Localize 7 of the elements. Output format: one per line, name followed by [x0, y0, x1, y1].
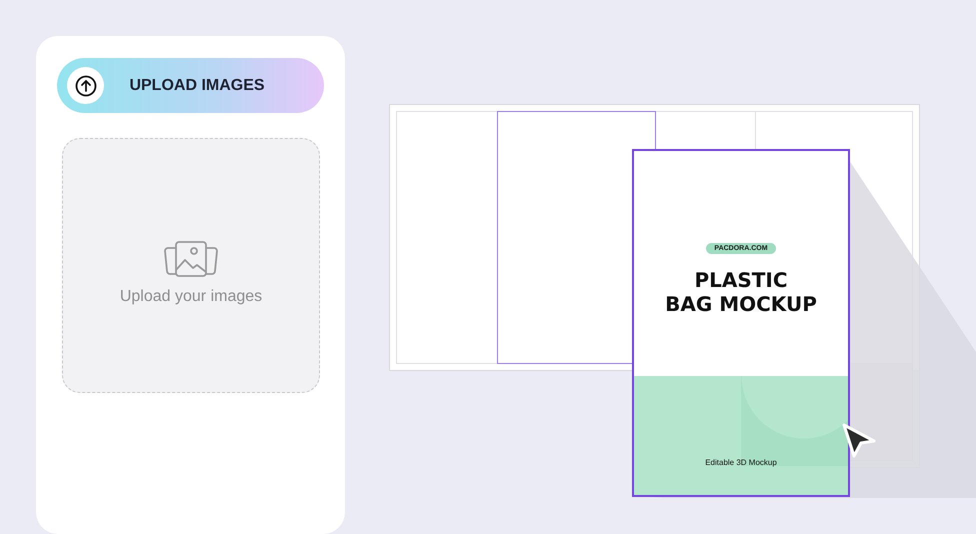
mockup-title-line: PLASTIC	[694, 268, 788, 292]
cursor-icon	[841, 422, 877, 460]
upload-images-button[interactable]: UPLOAD IMAGES	[57, 58, 324, 113]
dropzone-hint: Upload your images	[120, 288, 262, 306]
images-icon	[163, 240, 219, 278]
mockup-subtitle: Editable 3D Mockup	[705, 458, 777, 467]
mockup-title-line: BAG MOCKUP	[665, 292, 817, 316]
